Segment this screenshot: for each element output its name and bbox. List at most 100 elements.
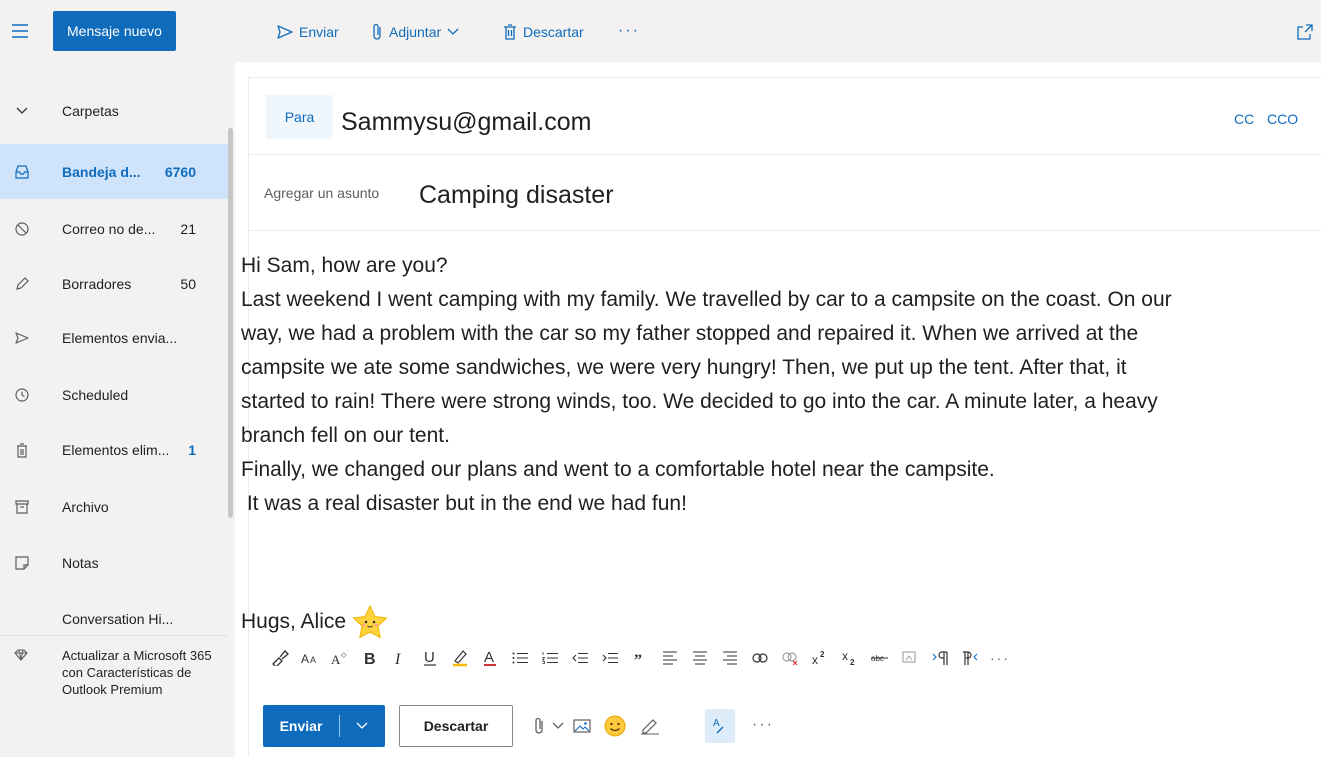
discard-command[interactable]: Descartar	[503, 20, 584, 44]
clear-formatting-icon[interactable]	[895, 644, 925, 672]
editor-icon[interactable]: A	[705, 709, 735, 743]
sidebar-item-scheduled[interactable]: Scheduled	[0, 374, 228, 416]
strikethrough-icon[interactable]: abc	[865, 644, 895, 672]
underline-icon[interactable]: U	[415, 644, 445, 672]
star-emoji-icon	[352, 605, 388, 639]
archive-icon	[14, 499, 30, 515]
svg-text:x: x	[812, 653, 818, 665]
sidebar-item-inbox[interactable]: Bandeja d... 6760	[0, 144, 228, 199]
align-center-icon[interactable]	[685, 644, 715, 672]
sidebar-scrollbar[interactable]	[228, 128, 233, 518]
popout-icon[interactable]	[1297, 24, 1313, 40]
hamburger-menu-icon[interactable]	[9, 20, 31, 42]
formatting-toolbar: AA A ◇ B I U A ” x2 x2 abc ···	[265, 636, 1321, 680]
svg-text:2: 2	[850, 658, 855, 666]
folders-label: Carpetas	[62, 103, 119, 119]
body-line: branch fell on our tent.	[241, 424, 450, 447]
body-line: started to rain! There were strong winds…	[241, 390, 1158, 413]
to-recipient-field[interactable]: Sammysu@gmail.com	[341, 108, 591, 137]
svg-text:B: B	[364, 651, 376, 666]
emoji-icon[interactable]	[603, 714, 627, 738]
superscript-icon[interactable]: x2	[805, 644, 835, 672]
bullets-icon[interactable]	[505, 644, 535, 672]
rtl-icon[interactable]	[955, 644, 985, 672]
sidebar-item-label: Elementos envia...	[62, 330, 178, 346]
attach-command-label: Adjuntar	[389, 24, 442, 40]
svg-text:x: x	[842, 650, 848, 663]
sidebar-item-label: Conversation Hi...	[62, 611, 174, 627]
svg-text:◇: ◇	[341, 652, 347, 659]
attach-command[interactable]: Adjuntar	[371, 20, 459, 44]
body-line: way, we had a problem with the car so my…	[241, 322, 1139, 345]
svg-text:U: U	[424, 649, 435, 666]
subject-input[interactable]: Camping disaster	[419, 181, 614, 210]
trash-icon	[14, 442, 30, 458]
discard-button[interactable]: Descartar	[399, 705, 513, 747]
new-message-button[interactable]: Mensaje nuevo	[53, 11, 176, 51]
bcc-link[interactable]: CCO	[1267, 111, 1298, 127]
remove-link-icon[interactable]	[775, 644, 805, 672]
more-formatting-icon[interactable]: ···	[985, 644, 1015, 672]
sidebar-item-archive[interactable]: Archivo	[0, 486, 228, 528]
ltr-icon[interactable]	[925, 644, 955, 672]
upgrade-premium-link[interactable]: Actualizar a Microsoft 365 con Caracterí…	[0, 640, 228, 757]
to-row: Para Sammysu@gmail.com CC CCO	[249, 78, 1321, 155]
sidebar-item-drafts[interactable]: Borradores 50	[0, 263, 228, 305]
chevron-down-icon[interactable]	[546, 714, 570, 738]
subscript-icon[interactable]: x2	[835, 644, 865, 672]
quote-icon[interactable]: ”	[625, 644, 655, 672]
more-options-icon[interactable]: ···	[618, 22, 640, 40]
align-right-icon[interactable]	[715, 644, 745, 672]
sidebar-item-notes[interactable]: Notas	[0, 542, 228, 584]
sidebar-item-sent[interactable]: Elementos envia...	[0, 317, 228, 359]
cc-link[interactable]: CC	[1234, 111, 1254, 127]
svg-text:A: A	[301, 652, 309, 665]
format-painter-icon[interactable]	[265, 644, 295, 672]
inbox-icon	[14, 164, 30, 180]
body-line: It was a real disaster but in the end we…	[241, 492, 687, 515]
body-line: Finally, we changed our plans and went t…	[241, 458, 995, 481]
svg-text:I: I	[394, 651, 401, 666]
highlight-icon[interactable]	[445, 644, 475, 672]
svg-text:A: A	[713, 718, 720, 729]
send-button[interactable]: Enviar	[263, 705, 385, 747]
sidebar-item-label: Elementos elim...	[62, 442, 170, 458]
sidebar-item-junk[interactable]: Correo no de... 21	[0, 208, 228, 250]
subject-row: Agregar un asunto Camping disaster	[249, 155, 1321, 231]
increase-indent-icon[interactable]	[595, 644, 625, 672]
discard-command-label: Descartar	[523, 24, 584, 40]
sidebar-item-label: Bandeja d...	[62, 163, 141, 180]
decrease-indent-icon[interactable]	[565, 644, 595, 672]
paperclip-icon	[373, 23, 381, 40]
send-command-label: Enviar	[299, 24, 339, 40]
chevron-down-icon	[14, 103, 30, 119]
font-color-icon[interactable]: A	[475, 644, 505, 672]
sidebar-item-label: Notas	[62, 555, 99, 571]
send-options-chevron-icon[interactable]	[340, 722, 384, 730]
sidebar-item-conversation-history[interactable]: Conversation Hi...	[0, 598, 228, 640]
sidebar-item-label: Borradores	[62, 276, 132, 292]
send-button-label: Enviar	[279, 718, 323, 734]
send-command[interactable]: Enviar	[277, 20, 339, 44]
sidebar-divider	[0, 635, 228, 636]
clock-icon	[14, 387, 30, 403]
to-button[interactable]: Para	[266, 95, 333, 139]
message-body-editor[interactable]: Hi Sam, how are you? Last weekend I went…	[241, 249, 1321, 521]
bold-icon[interactable]: B	[355, 644, 385, 672]
grow-font-icon[interactable]: A ◇	[325, 644, 355, 672]
insert-picture-icon[interactable]	[570, 714, 594, 738]
folders-header[interactable]: Carpetas	[0, 90, 228, 132]
body-line: campsite we ate some sandwiches, we were…	[241, 356, 1127, 379]
upgrade-text: Actualizar a Microsoft 365 con Caracterí…	[62, 648, 212, 697]
sidebar-item-label: Correo no de...	[62, 221, 156, 237]
italic-icon[interactable]: I	[385, 644, 415, 672]
pencil-icon	[14, 276, 30, 292]
signature-pen-icon[interactable]	[638, 714, 662, 738]
more-actions-icon[interactable]: ···	[752, 716, 774, 734]
numbering-icon[interactable]	[535, 644, 565, 672]
link-icon[interactable]	[745, 644, 775, 672]
unread-count: 6760	[164, 163, 196, 180]
align-left-icon[interactable]	[655, 644, 685, 672]
font-size-icon[interactable]: AA	[295, 644, 325, 672]
sidebar-item-deleted[interactable]: Elementos elim... 1	[0, 429, 228, 471]
